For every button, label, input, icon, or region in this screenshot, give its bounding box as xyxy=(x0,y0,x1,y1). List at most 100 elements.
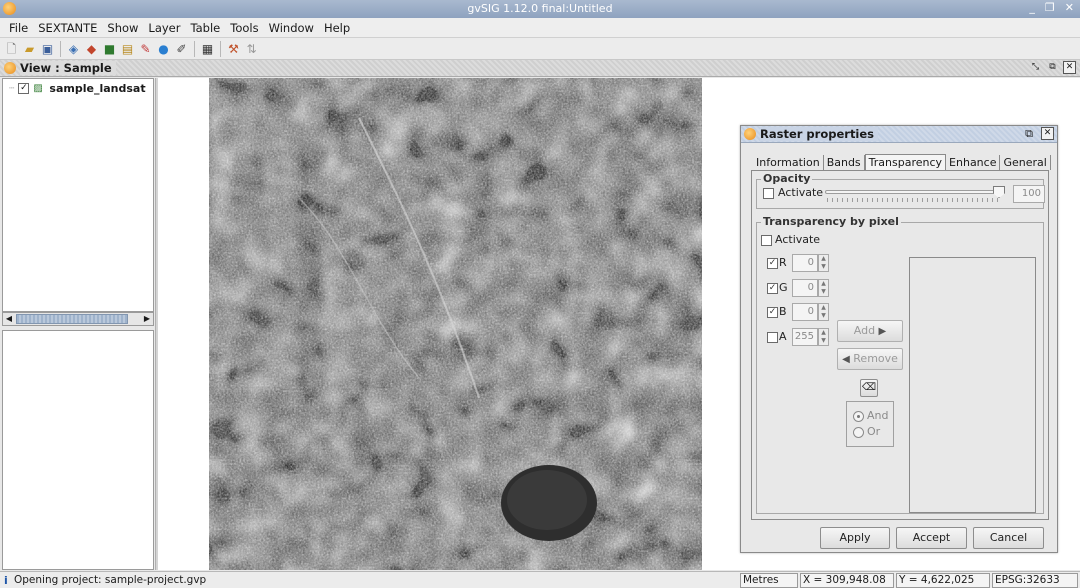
tab-bands[interactable]: Bands xyxy=(824,155,865,170)
channel-b-spinner[interactable]: ▲ ▼ xyxy=(818,303,829,321)
tools-icon[interactable]: ⚒ xyxy=(225,40,242,57)
opacity-group: Opacity Activate 100 xyxy=(756,172,1045,209)
status-bar: i Opening project: sample-project.gvp Me… xyxy=(0,571,1080,588)
transparency-by-pixel-legend: Transparency by pixel xyxy=(761,215,901,228)
menu-layer[interactable]: Layer xyxy=(143,18,185,38)
scroll-left-icon[interactable]: ◀ xyxy=(3,313,15,325)
view-close-icon[interactable]: ✕ xyxy=(1063,61,1076,74)
view-frame-titlebar: View : Sample ⤡ ⧉ ✕ xyxy=(0,60,1080,77)
operator-group: And Or xyxy=(846,401,894,447)
pixel-activate-checkbox[interactable] xyxy=(761,235,772,246)
channel-r-checkbox[interactable]: ✓ xyxy=(767,258,778,269)
remove-label: Remove xyxy=(853,352,898,365)
or-label: Or xyxy=(867,425,881,438)
toc-layer-item[interactable]: ┄ ✓ ▨ sample_landsat xyxy=(9,82,146,95)
tab-general[interactable]: General xyxy=(1000,155,1051,170)
opacity-activate-checkbox[interactable] xyxy=(763,188,774,199)
minimize-button[interactable]: _ xyxy=(1029,1,1035,14)
paint-icon[interactable]: ✎ xyxy=(137,40,154,57)
remove-button[interactable]: ◀ Remove xyxy=(837,348,903,370)
toolbar-separator xyxy=(60,40,61,57)
dialog-detach-icon[interactable]: ⧉ xyxy=(1025,127,1033,141)
and-radio[interactable] xyxy=(853,411,864,422)
dialog-controls: ⧉ ✕ xyxy=(1025,127,1054,141)
info-icon: i xyxy=(4,574,8,587)
layer-visibility-checkbox[interactable]: ✓ xyxy=(18,83,30,94)
dialog-icon xyxy=(744,128,756,140)
channel-a-checkbox[interactable] xyxy=(767,332,778,343)
dialog-tabs: Information Bands Transparency Enhance G… xyxy=(753,154,1051,170)
pixel-activate-label: Activate xyxy=(775,233,821,246)
script-icon[interactable]: ⇅ xyxy=(243,40,260,57)
channel-a-spinner[interactable]: ▲ ▼ xyxy=(818,328,829,346)
channel-r-spinner[interactable]: ▲ ▼ xyxy=(818,254,829,272)
layers-icon[interactable]: ◈ xyxy=(65,40,82,57)
menu-window[interactable]: Window xyxy=(264,18,319,38)
menu-tools[interactable]: Tools xyxy=(225,18,263,38)
toc-horizontal-scrollbar[interactable]: ◀ ▶ xyxy=(2,312,154,326)
save-icon[interactable]: ▣ xyxy=(39,40,56,57)
or-radio[interactable] xyxy=(853,427,864,438)
landsat-raster-image xyxy=(209,78,702,570)
channel-a-value[interactable]: 255 xyxy=(792,328,818,346)
opacity-legend: Opacity xyxy=(761,172,813,185)
channel-g-spinner[interactable]: ▲ ▼ xyxy=(818,279,829,297)
channel-g-checkbox[interactable]: ✓ xyxy=(767,283,778,294)
channel-g-value[interactable]: 0 xyxy=(792,279,818,297)
channel-r-value[interactable]: 0 xyxy=(792,254,818,272)
globe-icon[interactable]: ● xyxy=(155,40,172,57)
view-title: View : Sample xyxy=(20,61,116,75)
apply-button[interactable]: Apply xyxy=(820,527,890,549)
table-icon[interactable]: ▤ xyxy=(119,40,136,57)
raster-svg xyxy=(209,78,702,570)
maximize-button[interactable]: ❐ xyxy=(1045,1,1055,14)
menu-table[interactable]: Table xyxy=(186,18,226,38)
grid-icon[interactable]: ▦ xyxy=(199,40,216,57)
menu-help[interactable]: Help xyxy=(319,18,355,38)
transparency-by-pixel-group: Transparency by pixel Activate ✓ R 0 ▲ ▼ … xyxy=(756,215,1044,514)
tab-enhance[interactable]: Enhance xyxy=(946,155,1001,170)
opacity-slider-ticks xyxy=(827,198,1001,202)
menu-file[interactable]: File xyxy=(4,18,33,38)
channel-b-checkbox[interactable]: ✓ xyxy=(767,307,778,318)
menu-show[interactable]: Show xyxy=(102,18,143,38)
cancel-button[interactable]: Cancel xyxy=(973,527,1044,549)
window-controls: _ ❐ ✕ xyxy=(1029,1,1074,14)
view-minimize-icon[interactable]: ⤡ xyxy=(1029,61,1042,74)
pixel-values-list[interactable] xyxy=(909,257,1036,513)
clear-list-icon[interactable]: ⌫ xyxy=(860,379,878,397)
edit-icon[interactable]: ✐ xyxy=(173,40,190,57)
map-icon[interactable]: ■ xyxy=(101,40,118,57)
layer-name: sample_landsat xyxy=(49,82,146,95)
channel-b-label: B xyxy=(779,305,787,318)
opacity-slider-track[interactable] xyxy=(825,190,1003,194)
transparency-tab-panel: Opacity Activate 100 Transparency by pix… xyxy=(751,170,1049,520)
dialog-close-icon[interactable]: ✕ xyxy=(1041,127,1054,140)
window-titlebar: gvSIG 1.12.0 final:Untitled _ ❐ ✕ xyxy=(0,0,1080,18)
dialog-title: Raster properties xyxy=(760,127,879,141)
status-y-coordinate: Y = 4,622,025 xyxy=(896,573,990,588)
shapes-icon[interactable]: ◆ xyxy=(83,40,100,57)
dialog-titlebar[interactable]: Raster properties ⧉ ✕ xyxy=(741,126,1057,143)
locator-map[interactable] xyxy=(2,330,154,570)
new-document-icon[interactable]: 🗋 xyxy=(3,40,20,57)
opacity-value-field[interactable]: 100 xyxy=(1013,185,1045,203)
add-button[interactable]: Add ▶ xyxy=(837,320,903,342)
accept-button[interactable]: Accept xyxy=(896,527,967,549)
opacity-activate-label: Activate xyxy=(778,186,824,199)
status-x-coordinate: X = 309,948.08 xyxy=(800,573,894,588)
view-restore-icon[interactable]: ⧉ xyxy=(1046,61,1059,74)
menu-sextante[interactable]: SEXTANTE xyxy=(33,18,102,38)
channel-b-value[interactable]: 0 xyxy=(792,303,818,321)
toolbar-separator xyxy=(220,40,221,57)
tab-information[interactable]: Information xyxy=(753,155,824,170)
close-window-button[interactable]: ✕ xyxy=(1065,1,1074,14)
arrow-left-icon: ◀ xyxy=(842,354,850,365)
tab-transparency[interactable]: Transparency xyxy=(864,154,947,170)
and-label: And xyxy=(867,409,889,422)
table-of-contents: ┄ ✓ ▨ sample_landsat xyxy=(2,78,154,312)
scroll-thumb[interactable] xyxy=(16,314,128,324)
scroll-right-icon[interactable]: ▶ xyxy=(141,313,153,325)
opacity-slider-thumb[interactable] xyxy=(993,186,1005,198)
open-folder-icon[interactable]: ▰ xyxy=(21,40,38,57)
